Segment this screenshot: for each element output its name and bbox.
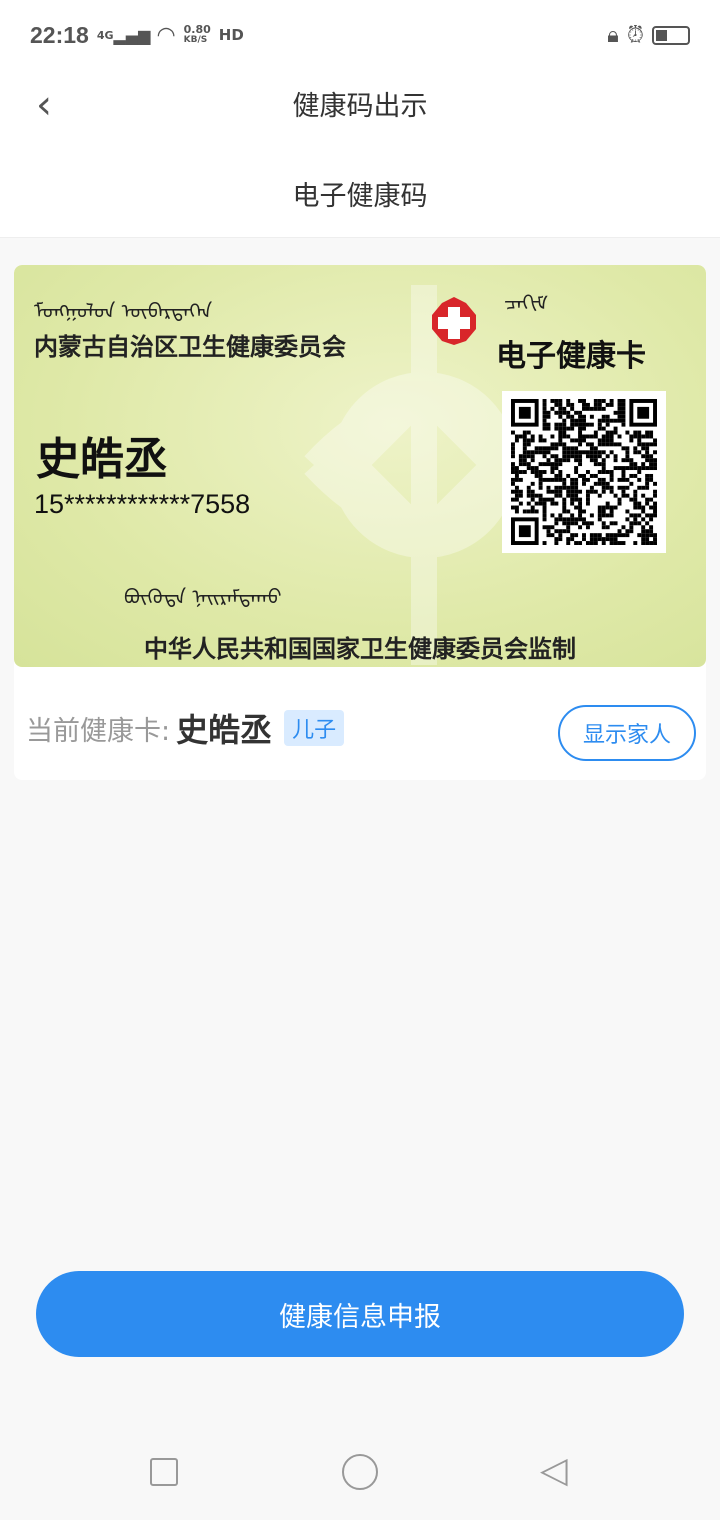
health-card: ᠮᠣᠩᠭᠣᠯᠤᠨ ᠥᠪᠡᠷᠲᠡᠭᠡᠨ ᠴᠠᠬᠢᠮ ᠪᠦᠭᠦᠳᠡ ᠨᠠᠢᠷᠠᠮᠳᠠ… <box>14 265 706 667</box>
header: ‹ 健康码出示 电子健康码 <box>0 70 720 238</box>
current-card-label: 当前健康卡: <box>26 715 171 747</box>
id-number: 15************7558 <box>34 489 251 519</box>
home-button[interactable] <box>342 1454 378 1490</box>
qr-code-icon <box>511 399 657 545</box>
page-title: 健康码出示 <box>292 91 428 122</box>
hd-icon: HD <box>218 25 244 44</box>
signal-icon: ▂▄▆ <box>113 25 151 45</box>
relation-badge: 儿子 <box>284 710 345 746</box>
page-subtitle: 电子健康码 <box>292 181 428 212</box>
mongolian-script-top-left: ᠮᠣᠩᠭᠣᠯᠤᠨ ᠥᠪᠡᠷᠲᠡᠭᠡᠨ <box>34 299 213 323</box>
qr-code[interactable] <box>502 391 666 553</box>
current-card-name: 史皓丞 <box>176 711 273 749</box>
alarm-icon: ⏰︎ <box>626 22 644 48</box>
status-time: 22:18 <box>30 21 89 48</box>
battery-icon <box>652 25 690 45</box>
card-title: 电子健康卡 <box>496 339 646 374</box>
system-nav-bar: ◁ <box>0 1440 720 1520</box>
card-footer: 中华人民共和国国家卫生健康委员会监制 <box>144 635 576 663</box>
mongolian-script-bottom: ᠪᠦᠭᠦᠳᠡ ᠨᠠᠢᠷᠠᠮᠳᠠᠬᠤ <box>124 585 282 609</box>
mongolian-script-top-right: ᠴᠠᠬᠢᠮ <box>504 291 548 315</box>
rotation-lock-icon: 🔒︎ <box>607 22 619 48</box>
show-family-button[interactable]: 显示家人 <box>558 705 696 761</box>
issuer-name: 内蒙古自治区卫生健康委员会 <box>34 333 346 361</box>
network-type: 4G <box>96 28 114 42</box>
red-cross-logo-icon <box>432 297 476 345</box>
back-nav-button[interactable]: ◁ <box>540 1450 568 1491</box>
card-holder-name: 史皓丞 <box>36 434 168 485</box>
speed-unit: KB/S <box>183 35 208 45</box>
status-bar: 22:18 4G ▂▄▆ ◠ 0.80 KB/S HD 🔒︎ ⏰︎ <box>0 0 720 70</box>
current-card-info: 当前健康卡: 史皓丞 儿子 <box>26 705 345 751</box>
health-report-button[interactable]: 健康信息申报 <box>36 1271 684 1357</box>
network-speed: 0.80 <box>183 23 211 36</box>
health-card-panel: ᠮᠣᠩᠭᠣᠯᠤᠨ ᠥᠪᠡᠷᠲᠡᠭᠡᠨ ᠴᠠᠬᠢᠮ ᠪᠦᠭᠦᠳᠡ ᠨᠠᠢᠷᠠᠮᠳᠠ… <box>14 265 706 780</box>
wifi-icon: ◠ <box>156 22 176 48</box>
recent-apps-button[interactable] <box>150 1458 178 1486</box>
